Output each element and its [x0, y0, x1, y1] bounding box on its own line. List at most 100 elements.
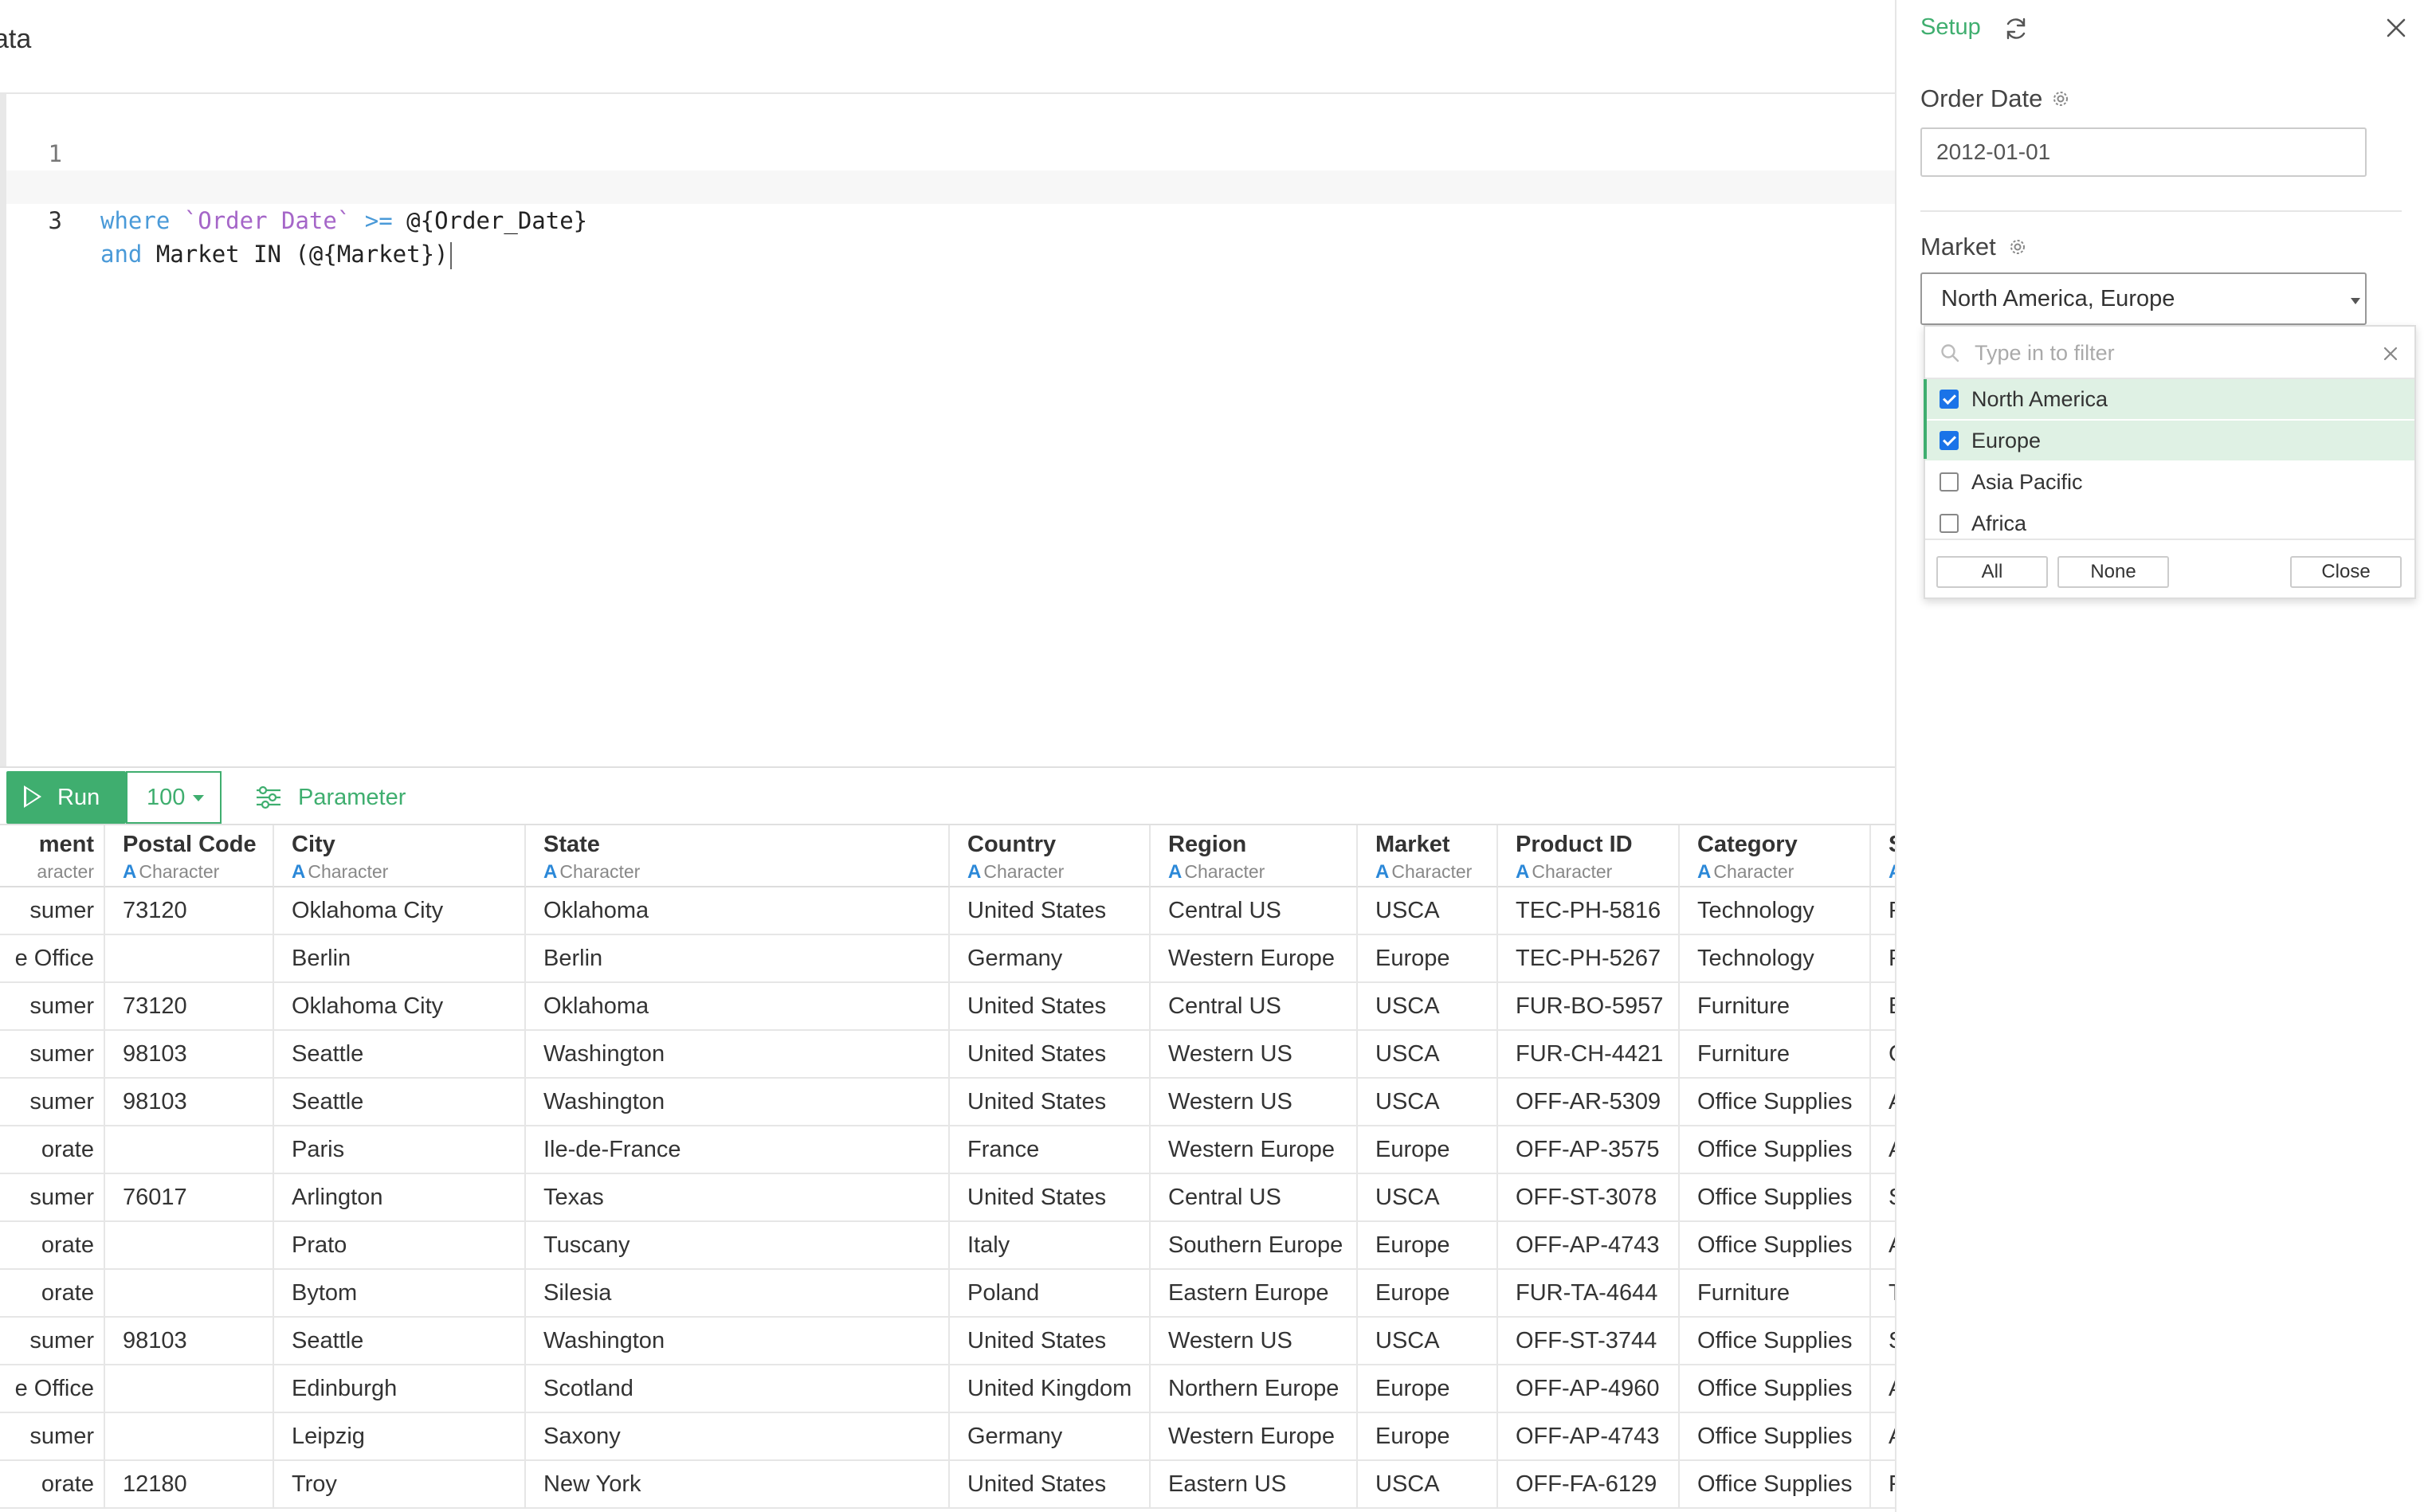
sql-editor[interactable]: 1 select * from testdb.global_sales 2 wh… [0, 94, 1895, 766]
cell-value: Office Supplies [1697, 1424, 1853, 1449]
column-header[interactable]: Country A Character [950, 825, 1151, 887]
table-cell: sumer [0, 983, 105, 1029]
code-text[interactable]: where `Order Date` >= @{Order_Date} [100, 204, 587, 237]
column-name: Category [1697, 832, 1798, 857]
cell-value: Berlin [292, 946, 351, 971]
table-cell: New York [526, 1461, 950, 1507]
code-text[interactable]: and Market IN (@{Market}) [100, 237, 452, 271]
column-header[interactable]: State A Character [526, 825, 950, 887]
select-none-button[interactable]: None [2057, 556, 2169, 588]
cell-value: Furniture [1697, 1280, 1791, 1306]
filter-input[interactable] [1973, 335, 2359, 371]
table-row[interactable]: e Office Berlin Berlin Germany Western Europ… [0, 935, 1895, 983]
cell-value: OFF-AP-3575 [1516, 1137, 1660, 1162]
market-option[interactable]: Europe [1925, 421, 2414, 460]
cell-value: OFF-AP-4960 [1516, 1376, 1660, 1401]
table-cell: USCA [1358, 1031, 1498, 1077]
cell-value: Seattle [292, 1041, 364, 1067]
table-row[interactable]: sumer 98103 Seattle Washington United States… [0, 1079, 1895, 1126]
market-select[interactable]: North America, Europe [1920, 272, 2367, 325]
cell-value: FUR-BO-5957 [1516, 993, 1664, 1019]
order-date-input[interactable] [1920, 127, 2367, 177]
cell-value: USCA [1375, 898, 1440, 923]
table-cell: Seattle [274, 1079, 526, 1125]
table-row[interactable]: orate Paris Ile-de-France France Western Eur… [0, 1126, 1895, 1174]
setup-link[interactable]: Setup [1920, 14, 1981, 41]
cell-value: TEC-PH-5816 [1516, 898, 1661, 923]
gear-icon[interactable] [2051, 89, 2070, 108]
table-row[interactable]: sumer 98103 Seattle Washington United States… [0, 1318, 1895, 1365]
code-token: `Order Date` [183, 207, 351, 234]
table-cell: 73120 [105, 983, 274, 1029]
checkbox-icon[interactable] [1940, 514, 1959, 533]
market-selected-value: North America, Europe [1941, 286, 2175, 311]
cell-value: United States [967, 1089, 1107, 1114]
checkbox-icon[interactable] [1940, 390, 1959, 409]
market-option[interactable]: Africa [1925, 503, 2414, 543]
cell-value: Prato [292, 1232, 347, 1258]
code-token: where [100, 207, 171, 234]
clear-icon[interactable] [2383, 346, 2399, 362]
table-row[interactable]: sumer 98103 Seattle Washington United States… [0, 1031, 1895, 1079]
cell-value: USCA [1375, 1185, 1440, 1210]
table-cell: Storag [1871, 1174, 1895, 1220]
column-header[interactable]: Category A Character [1680, 825, 1871, 887]
table-cell: Office Supplies [1680, 1126, 1871, 1173]
table-cell: Oklahoma City [274, 887, 526, 934]
option-label: Europe [1971, 429, 2042, 452]
table-cell: Germany [950, 1413, 1151, 1459]
close-icon[interactable] [2386, 18, 2406, 38]
market-option[interactable]: Asia Pacific [1925, 462, 2414, 502]
table-row[interactable]: sumer 73120 Oklahoma City Oklahoma United St… [0, 887, 1895, 935]
table-cell [105, 1222, 274, 1268]
checkbox-icon[interactable] [1940, 431, 1959, 450]
code-line-3[interactable]: 3 and Market IN (@{Market}) [6, 170, 1895, 269]
result-table: ment aracter Postal Code A Character City A Cha… [0, 825, 1895, 1512]
code-line-1[interactable]: 1 select * from testdb.global_sales [6, 104, 1895, 201]
column-header[interactable]: Market A Character [1358, 825, 1498, 887]
cell-value: sumer [29, 993, 94, 1019]
column-type-label: aracter [37, 861, 94, 882]
code-token: >= [364, 207, 393, 234]
column-header[interactable]: Postal Code A Character [105, 825, 274, 887]
character-type-icon: A [543, 861, 558, 883]
table-cell: United States [950, 1174, 1151, 1220]
run-button[interactable]: Run [6, 771, 126, 824]
column-header[interactable]: Product ID A Character [1498, 825, 1680, 887]
table-cell: Phone [1871, 935, 1895, 981]
table-cell: Europe [1358, 1270, 1498, 1316]
table-row[interactable]: sumer 73120 Oklahoma City Oklahoma United St… [0, 983, 1895, 1031]
table-row[interactable]: orate Bytom Silesia Poland Eastern Europe Eur… [0, 1270, 1895, 1318]
table-row[interactable]: orate Prato Tuscany Italy Southern Europe Eur… [0, 1222, 1895, 1270]
table-cell: OFF-ST-3744 [1498, 1318, 1680, 1364]
table-row[interactable]: sumer 76017 Arlington Texas United States Cen… [0, 1174, 1895, 1222]
row-limit-select[interactable]: 100 [126, 771, 222, 824]
table-cell: Furniture [1680, 1270, 1871, 1316]
table-row[interactable]: orate 12180 Troy New York United States Easte… [0, 1461, 1895, 1509]
table-cell: 12180 [105, 1461, 274, 1507]
code-line-2[interactable]: 2 where `Order Date` >= @{Order_Date} [6, 137, 1895, 234]
table-row[interactable]: e Office Edinburgh Scotland United Kingdom N… [0, 1365, 1895, 1413]
column-header[interactable]: City A Character [274, 825, 526, 887]
table-row[interactable]: sumer Leipzig Saxony Germany Western Europe E… [0, 1413, 1895, 1461]
column-name: Postal Code [123, 832, 257, 857]
close-dropdown-button[interactable]: Close [2290, 556, 2402, 588]
cell-value: orate [41, 1280, 94, 1306]
refresh-icon[interactable] [2003, 16, 2029, 41]
gear-icon[interactable] [2008, 237, 2027, 257]
caret-down-icon [193, 795, 204, 801]
table-cell: Italy [950, 1222, 1151, 1268]
table-cell: France [950, 1126, 1151, 1173]
select-all-button[interactable]: All [1936, 556, 2048, 588]
sliders-icon [257, 785, 280, 809]
column-header[interactable]: Region A Character [1151, 825, 1358, 887]
column-header[interactable]: Sub-C AChara [1871, 825, 1895, 887]
cell-value: USCA [1375, 1089, 1440, 1114]
table-cell: Office Supplies [1680, 1461, 1871, 1507]
checkbox-icon[interactable] [1940, 472, 1959, 492]
cell-value: OFF-ST-3078 [1516, 1185, 1657, 1210]
column-header[interactable]: ment aracter [0, 825, 105, 887]
market-option[interactable]: North America [1925, 379, 2414, 419]
table-cell: sumer [0, 887, 105, 934]
